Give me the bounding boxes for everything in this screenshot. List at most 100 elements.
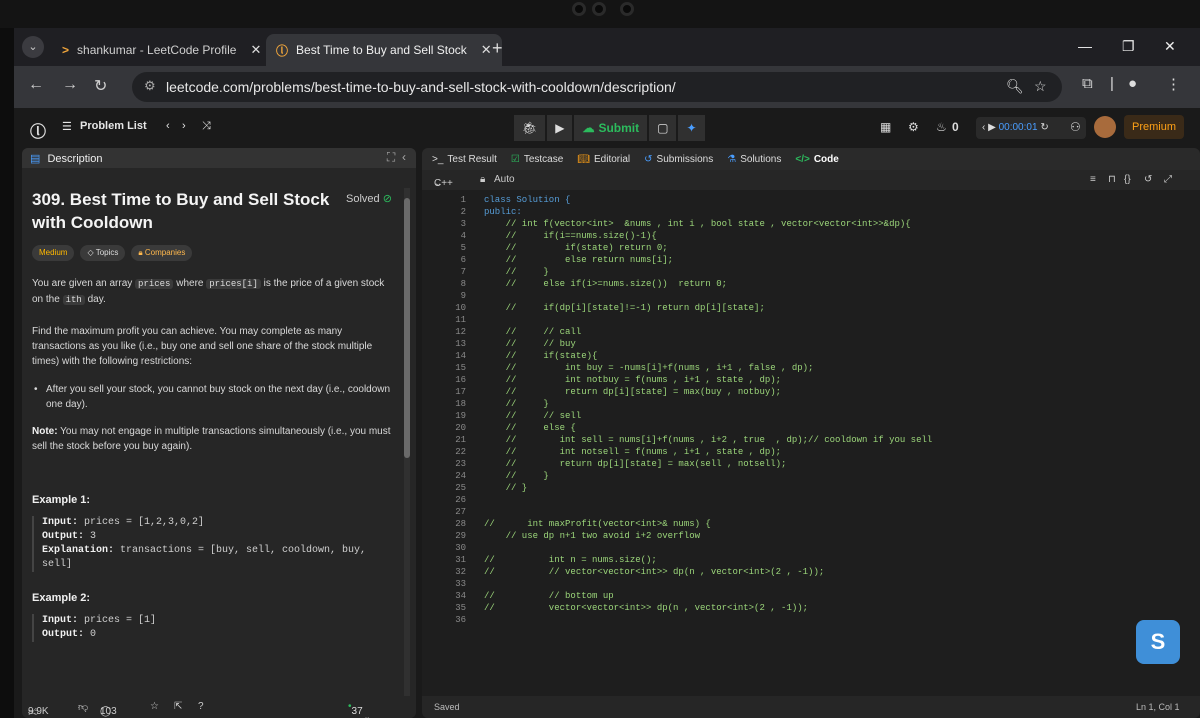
code-text[interactable]: // } (484, 398, 549, 410)
code-text[interactable]: // } (484, 482, 528, 494)
code-text[interactable]: // // call (484, 326, 582, 338)
code-text[interactable]: // // bottom up (484, 590, 614, 602)
code-line[interactable]: 4 // if(i==nums.size()-1){ (422, 230, 1200, 242)
code-line[interactable]: 27 (422, 506, 1200, 518)
fullscreen-icon[interactable]: ⛶ (387, 150, 395, 164)
code-line[interactable]: 2 public: (422, 206, 1200, 218)
bookmark-icon[interactable]: ⊓ (1108, 174, 1116, 185)
profile-avatar-icon[interactable]: ● (1128, 75, 1137, 92)
expand-icon[interactable]: ⤢ (1164, 174, 1172, 185)
code-line[interactable]: 12 // // call (422, 326, 1200, 338)
tab-search-icon[interactable]: ⌄ (22, 36, 44, 58)
code-text[interactable]: // // sell (484, 410, 582, 422)
code-text[interactable]: // int notbuy = f(nums , i+1 , state , d… (484, 374, 781, 386)
tab-solutions[interactable]: ⚗ Solutions (727, 154, 781, 165)
tab-test-result[interactable]: >_ Test Result (432, 154, 497, 165)
code-line[interactable]: 28 // int maxProfit(vector<int>& nums) { (422, 518, 1200, 530)
code-line[interactable]: 19 // // sell (422, 410, 1200, 422)
new-tab-icon[interactable]: + (492, 38, 503, 59)
code-line[interactable]: 29 // use dp n+1 two avoid i+2 overflow (422, 530, 1200, 542)
add-user-icon[interactable]: ⚇ (1070, 120, 1081, 134)
code-line[interactable]: 17 // return dp[i][state] = max(buy , no… (422, 386, 1200, 398)
code-line[interactable]: 7 // } (422, 266, 1200, 278)
site-settings-icon[interactable]: ⚙ (144, 78, 156, 94)
scrollbar-thumb[interactable] (404, 198, 410, 458)
description-scrollbar[interactable] (404, 188, 410, 698)
description-tab[interactable]: ▤ Description ⛶ ‹ (22, 148, 416, 168)
premium-button[interactable]: Premium (1124, 115, 1184, 139)
code-text[interactable]: // if(state){ (484, 350, 598, 362)
code-text[interactable]: // if(dp[i][state]!=-1) return dp[i][sta… (484, 302, 765, 314)
code-text[interactable]: // // vector<vector<int>> dp(n , vector<… (484, 566, 824, 578)
tab-editorial[interactable]: 📖︎ Editorial (577, 154, 630, 165)
code-line[interactable]: 30 (422, 542, 1200, 554)
bookmark-star-icon[interactable]: ☆ (1034, 78, 1047, 95)
browser-tab-profile[interactable]: > shankumar - LeetCode Profile ✕ (52, 34, 271, 66)
maximize-icon[interactable]: ❐ (1122, 38, 1135, 55)
layout-icon[interactable]: ▦ (880, 120, 891, 134)
forward-icon[interactable]: → (62, 76, 78, 94)
code-line[interactable]: 3 // int f(vector<int> &nums , int i , b… (422, 218, 1200, 230)
collapse-icon[interactable]: ‹ (402, 150, 406, 164)
tab-submissions[interactable]: ↺ Submissions (644, 154, 713, 165)
avatar[interactable] (1094, 116, 1116, 138)
braces-icon[interactable]: {} (1124, 174, 1131, 185)
help-icon[interactable]: ? (198, 701, 204, 712)
code-line[interactable]: 26 (422, 494, 1200, 506)
settings-icon[interactable]: ⚙ (908, 120, 919, 134)
code-line[interactable]: 25 // } (422, 482, 1200, 494)
reset-icon[interactable]: ↺ (1144, 174, 1152, 185)
code-line[interactable]: 18 // } (422, 398, 1200, 410)
code-line[interactable]: 20 // else { (422, 422, 1200, 434)
submit-button[interactable]: ☁ Submit (574, 115, 648, 141)
minimize-icon[interactable]: — (1078, 38, 1092, 54)
code-editor[interactable]: 1 class Solution {2 public: 3 // int f(vect… (422, 194, 1200, 694)
code-line[interactable]: 15 // int buy = -nums[i]+f(nums , i+1 , … (422, 362, 1200, 374)
code-text[interactable]: // use dp n+1 two avoid i+2 overflow (484, 530, 700, 542)
format-icon[interactable]: ≡ (1090, 174, 1096, 185)
leetcode-logo-icon[interactable]: ⓛ (30, 118, 46, 142)
dislike-icon[interactable]: 👎︎ (78, 701, 88, 713)
code-line[interactable]: 31 // int n = nums.size(); (422, 554, 1200, 566)
code-line[interactable]: 5 // if(state) return 0; (422, 242, 1200, 254)
extensions-icon[interactable]: ⧉ (1082, 75, 1093, 92)
code-text[interactable]: // return dp[i][state] = max(sell , nots… (484, 458, 787, 470)
timer-reset-icon[interactable]: ↻ (1040, 122, 1048, 133)
code-text[interactable]: // return dp[i][state] = max(buy , notbu… (484, 386, 781, 398)
code-line[interactable]: 32 // // vector<vector<int>> dp(n , vecto… (422, 566, 1200, 578)
ai-assist-icon[interactable]: ✦ (678, 115, 705, 141)
code-text[interactable]: // if(i==nums.size()-1){ (484, 230, 657, 242)
code-line[interactable]: 1 class Solution { (422, 194, 1200, 206)
code-text[interactable]: // int sell = nums[i]+f(nums , i+2 , tru… (484, 434, 933, 446)
url-bar[interactable]: ⚙ leetcode.com/problems/best-time-to-buy… (132, 72, 1062, 102)
browser-tab-problem[interactable]: ⓛ Best Time to Buy and Sell Stock ✕ (266, 34, 502, 66)
code-line[interactable]: 14 // if(state){ (422, 350, 1200, 362)
run-icon[interactable]: ▶ (547, 115, 573, 141)
code-line[interactable]: 21 // int sell = nums[i]+f(nums , i+2 , … (422, 434, 1200, 446)
chrome-menu-icon[interactable]: ⋮ (1166, 75, 1181, 93)
topics-button[interactable]: ◇ Topics (80, 245, 126, 261)
code-text[interactable]: // int maxProfit(vector<int>& nums) { (484, 518, 711, 530)
code-text[interactable]: // else { (484, 422, 576, 434)
favorite-star-icon[interactable]: ☆ (150, 701, 159, 712)
code-line[interactable]: 11 (422, 314, 1200, 326)
share-icon[interactable]: ⇱ (174, 701, 182, 712)
code-text[interactable]: // int n = nums.size(); (484, 554, 657, 566)
problem-list-link[interactable]: Problem List (80, 120, 147, 132)
code-text[interactable]: // int f(vector<int> &nums , int i , boo… (484, 218, 911, 230)
companies-button[interactable]: 🔒︎ Companies (131, 245, 193, 261)
code-text[interactable]: // vector<vector<int>> dp(n , vector<int… (484, 602, 808, 614)
code-line[interactable]: 23 // return dp[i][state] = max(sell , n… (422, 458, 1200, 470)
prev-problem-icon[interactable]: ‹ (166, 120, 170, 132)
shuffle-icon[interactable]: ⤨ (202, 120, 211, 133)
code-line[interactable]: 9 (422, 290, 1200, 302)
code-line[interactable]: 24 // } (422, 470, 1200, 482)
code-line[interactable]: 22 // int notsell = f(nums , i+1 , state… (422, 446, 1200, 458)
code-line[interactable]: 10 // if(dp[i][state]!=-1) return dp[i][… (422, 302, 1200, 314)
tab-code[interactable]: </> Code (795, 154, 838, 165)
code-line[interactable]: 33 (422, 578, 1200, 590)
url-text[interactable]: leetcode.com/problems/best-time-to-buy-a… (166, 79, 676, 95)
code-line[interactable]: 16 // int notbuy = f(nums , i+1 , state … (422, 374, 1200, 386)
code-text[interactable]: public: (484, 206, 522, 218)
code-text[interactable]: // } (484, 266, 549, 278)
